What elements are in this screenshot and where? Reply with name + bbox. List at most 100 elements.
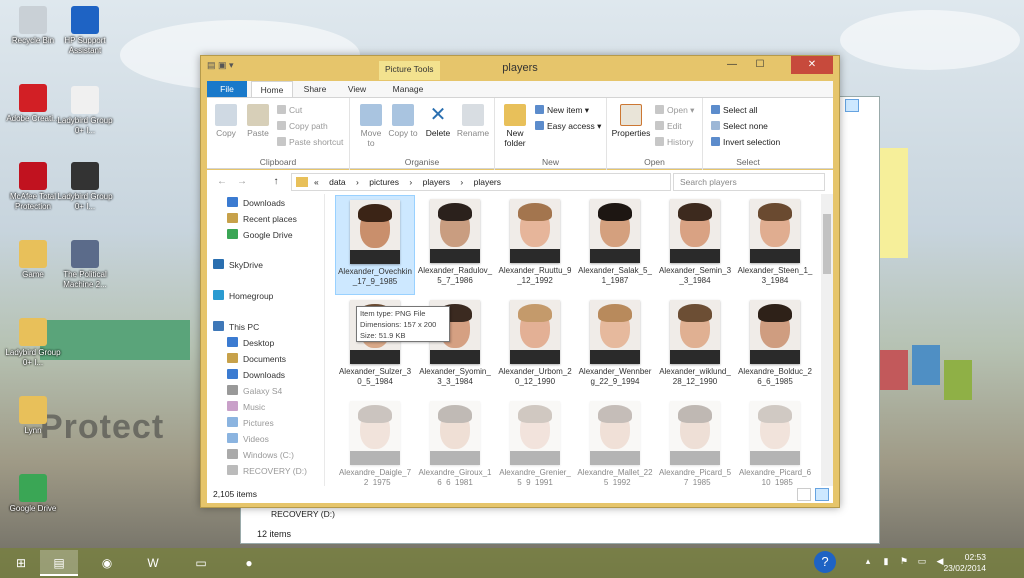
invert-selection-button[interactable]: Invert selection (711, 136, 780, 148)
file-tile[interactable]: Alexander_Semin_3_3_1984 (655, 195, 735, 295)
easy-access-button[interactable]: Easy access ▾ (535, 120, 601, 132)
nav-item-favorite[interactable]: Recent places (227, 212, 297, 226)
nav-item-pc[interactable]: Downloads (227, 368, 285, 382)
open-button[interactable]: Open ▾ (655, 104, 694, 116)
select-all-button[interactable]: Select all (711, 104, 758, 116)
file-tile[interactable]: Alexandre_Giroux_16_6_1981 (415, 397, 495, 497)
minimize-button[interactable]: — (719, 56, 745, 74)
copy-button[interactable]: Copy (211, 104, 241, 138)
history-button[interactable]: History (655, 136, 693, 148)
nav-item-pc[interactable]: Galaxy S4 (227, 384, 282, 398)
move-to-button[interactable]: Move to (356, 104, 386, 148)
file-tile[interactable]: Alexandre_Mallet_22_5_1992 (575, 397, 655, 497)
nav-item-pc[interactable]: RECOVERY (D:) (227, 464, 307, 478)
nav-item-pc[interactable]: Windows (C:) (227, 448, 294, 462)
nav-item-pc[interactable]: Pictures (227, 416, 274, 430)
battery-icon[interactable]: ▭ (916, 556, 928, 568)
properties-button[interactable]: Properties (609, 104, 653, 138)
nav-item-pc[interactable]: Videos (227, 432, 269, 446)
flag-icon[interactable]: ⚑ (898, 556, 910, 568)
nav-item-skydrive[interactable]: SkyDrive (213, 258, 263, 272)
start-button[interactable]: ⊞ (2, 550, 40, 576)
tray-arrow-icon[interactable]: ▴ (862, 556, 874, 568)
tab-manage[interactable]: Manage (383, 81, 433, 97)
forward-button[interactable]: → (235, 175, 249, 189)
nav-item-pc[interactable]: Music (227, 400, 265, 414)
nav-item-homegroup[interactable]: Homegroup (213, 289, 273, 303)
cut-button[interactable]: Cut (277, 104, 302, 116)
paste-button[interactable]: Paste (243, 104, 273, 138)
clipboard-group-label: Clipboard (259, 157, 297, 167)
select-none-button[interactable]: Select none (711, 120, 768, 132)
paste-shortcut-button[interactable]: Paste shortcut (277, 136, 343, 148)
nav-item-pc[interactable]: Desktop (227, 336, 274, 350)
file-tile[interactable]: Alexander_Urbom_20_12_1990 (495, 296, 575, 396)
up-button[interactable]: ↑ (269, 175, 283, 189)
file-explorer-icon[interactable]: ▤ (40, 550, 78, 576)
close-button[interactable]: ✕ (791, 56, 833, 74)
tab-file[interactable]: File (207, 81, 247, 97)
file-tile[interactable]: Alexandre_Bolduc_26_6_1985 (735, 296, 815, 396)
file-tile[interactable]: Alexandre_Picard_6_10_1985 (735, 397, 815, 497)
edit-button[interactable]: Edit (655, 120, 682, 132)
paste-shortcut-icon (277, 137, 286, 146)
breadcrumb-separator[interactable]: › (409, 177, 412, 187)
details-view-button[interactable] (845, 99, 859, 112)
desktop-icon[interactable]: Google Drive (0, 474, 66, 514)
back-button[interactable]: ← (215, 175, 229, 189)
large-icons-view-button[interactable] (815, 488, 829, 501)
breadcrumb-separator[interactable]: › (356, 177, 359, 187)
maximize-button[interactable]: ☐ (747, 56, 773, 74)
word-icon[interactable]: W (134, 550, 172, 576)
file-tile[interactable]: Alexander_Salak_5_1_1987 (575, 195, 655, 295)
scroll-thumb[interactable] (823, 214, 831, 274)
desktop-icon[interactable]: Ladybird Group 0+ I... (52, 162, 118, 212)
tab-home[interactable]: Home (251, 81, 293, 97)
vertical-scrollbar[interactable] (821, 194, 833, 486)
details-view-button[interactable] (797, 488, 811, 501)
desktop-icon[interactable]: Lynn (0, 396, 66, 436)
file-tile[interactable]: Alexander_Radulov_5_7_1986 (415, 195, 495, 295)
new-item-button[interactable]: New item ▾ (535, 104, 589, 116)
address-path[interactable]: « data › pictures › players › players (291, 173, 671, 191)
folder-icon[interactable]: ▭ (182, 550, 220, 576)
desktop-icon[interactable]: Ladybird Group 0+ I... (0, 318, 66, 368)
nav-item-favorite[interactable]: Google Drive (227, 228, 293, 242)
nav-item-this-pc[interactable]: This PC (213, 320, 259, 334)
tab-share[interactable]: Share (295, 81, 335, 97)
title-bar[interactable]: ▤ ▣ ▾ Picture Tools players — ☐ ✕ (201, 56, 839, 80)
file-tile[interactable]: Alexandre_Grenier_5_9_1991 (495, 397, 575, 497)
copy-to-button[interactable]: Copy to (388, 104, 418, 138)
breadcrumb-overflow[interactable]: « (314, 177, 319, 187)
breadcrumb-players[interactable]: players (423, 177, 450, 187)
file-tile[interactable]: Alexandre_Picard_5_7_1985 (655, 397, 735, 497)
breadcrumb-players-current[interactable]: players (474, 177, 501, 187)
delete-button[interactable]: ✕ Delete (422, 104, 454, 138)
copy-path-button[interactable]: Copy path (277, 120, 328, 132)
clock[interactable]: 02:53 23/02/2014 (943, 552, 986, 574)
tab-view[interactable]: View (337, 81, 377, 97)
network-icon[interactable]: ▮ (880, 556, 892, 568)
search-input[interactable]: Search players (673, 173, 825, 191)
file-tile[interactable]: Alexander_Steen_1_3_1984 (735, 195, 815, 295)
new-folder-button[interactable]: New folder (499, 104, 531, 148)
breadcrumb-pictures[interactable]: pictures (369, 177, 399, 187)
firefox-icon[interactable]: ● (230, 550, 268, 576)
rename-button[interactable]: Rename (456, 104, 490, 138)
desktop-icon[interactable]: The Political Machine 2... (52, 240, 118, 290)
breadcrumb-separator[interactable]: › (460, 177, 463, 187)
file-tile[interactable]: Alexander_wiklund_28_12_1990 (655, 296, 735, 396)
help-icon[interactable]: ? (814, 551, 836, 573)
file-tile[interactable]: Alexandre_Daigle_7_2_1975 (335, 397, 415, 497)
breadcrumb-data[interactable]: data (329, 177, 346, 187)
chrome-icon[interactable]: ◉ (88, 550, 126, 576)
explorer-window[interactable]: ▤ ▣ ▾ Picture Tools players — ☐ ✕ File H… (200, 55, 840, 508)
select-all-label: Select all (723, 105, 758, 115)
desktop-icon[interactable]: HP Support Assistant (52, 6, 118, 56)
file-tile[interactable]: Alexander_Ruuttu_9_12_1992 (495, 195, 575, 295)
nav-item-favorite[interactable]: Downloads (227, 196, 285, 210)
nav-item-pc[interactable]: Documents (227, 352, 286, 366)
file-tile[interactable]: Alexander_Wennberg_22_9_1994 (575, 296, 655, 396)
desktop-icon[interactable]: Ladybird Group 0+ I... (52, 86, 118, 136)
file-tile[interactable]: Alexander_Ovechkin_17_9_1985 (335, 195, 415, 295)
